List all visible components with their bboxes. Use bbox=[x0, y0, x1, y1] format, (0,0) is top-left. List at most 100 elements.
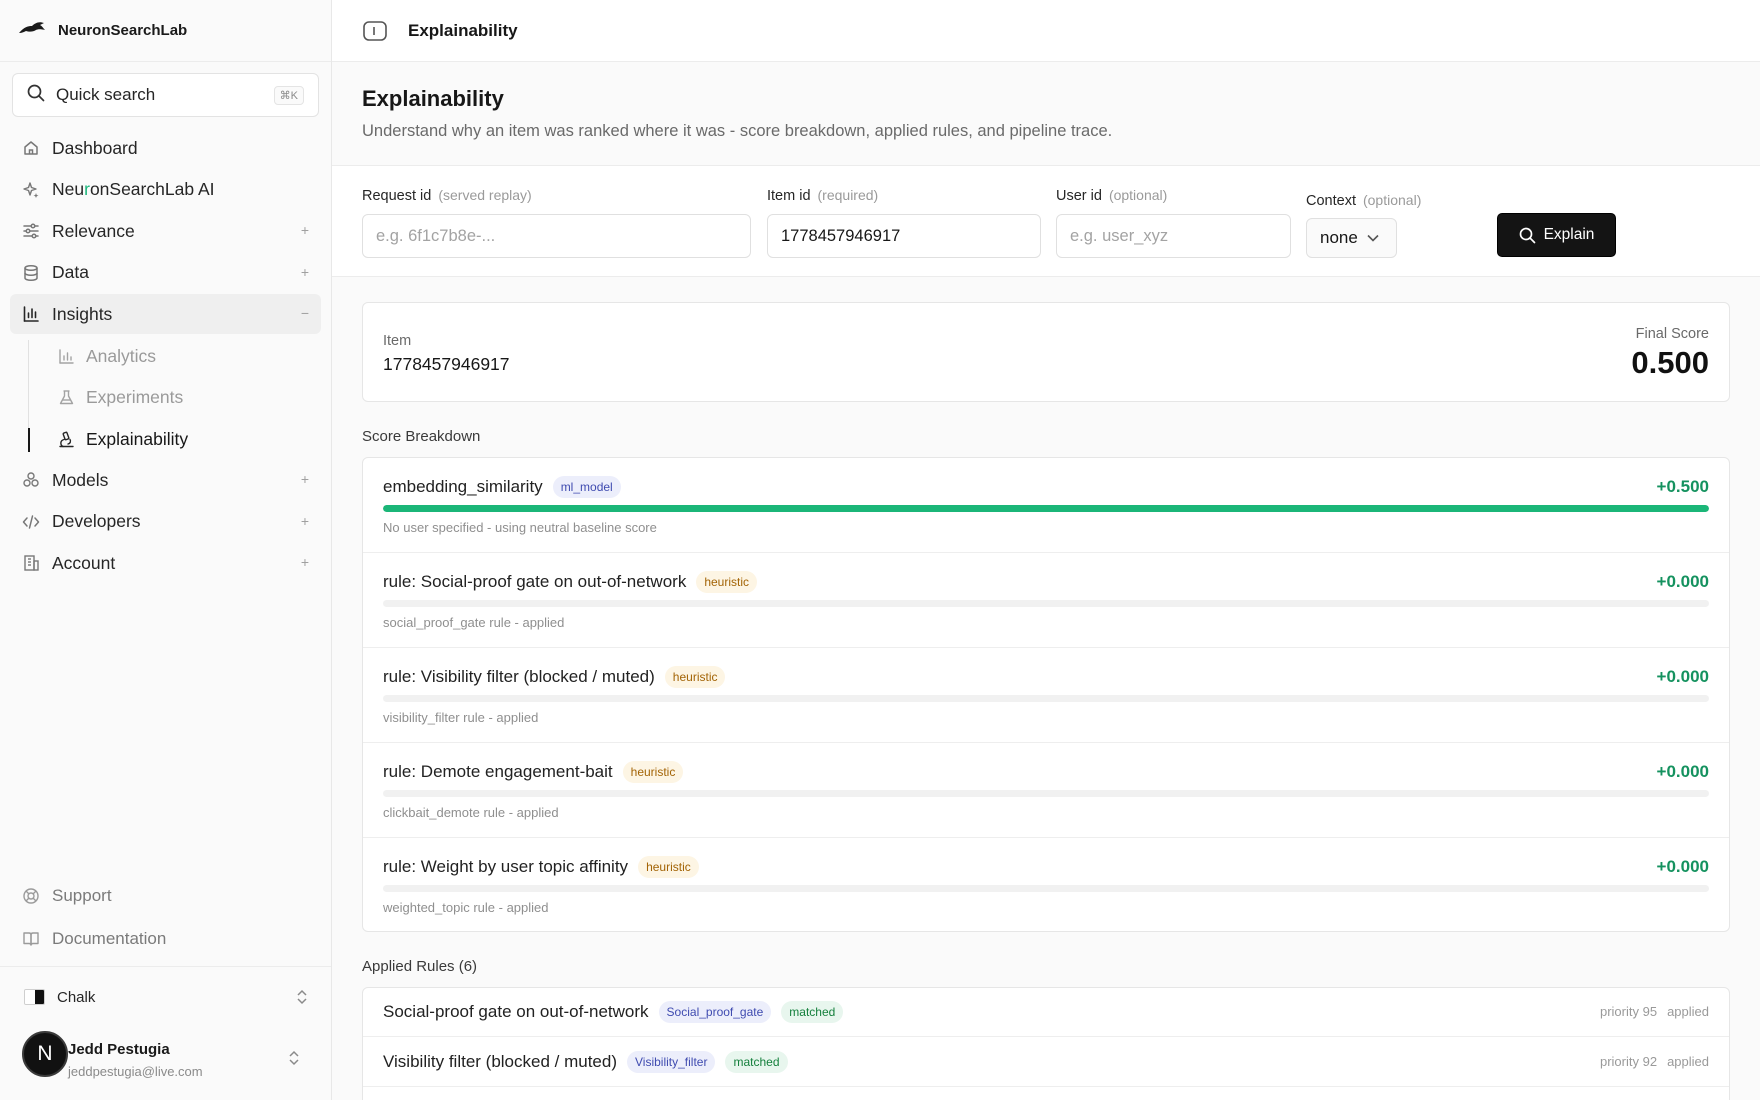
page-header: Explainability Understand why an item wa… bbox=[332, 62, 1760, 166]
expand-icon[interactable]: + bbox=[301, 471, 309, 487]
explain-button-label: Explain bbox=[1543, 226, 1595, 243]
main-nav: Dashboard NeuronSearchLab AI Relevance +… bbox=[10, 128, 321, 585]
source-badge: heuristic bbox=[622, 761, 684, 783]
bottom-nav: Support Documentation bbox=[10, 875, 321, 961]
score-breakdown-title: Score Breakdown bbox=[362, 428, 481, 445]
sidebar-item-developers[interactable]: Developers + bbox=[10, 502, 321, 542]
rule-state: applied bbox=[1667, 1004, 1709, 1019]
sidebar-item-ai[interactable]: NeuronSearchLab AI bbox=[10, 170, 321, 210]
sidebar: NeuronSearchLab Quick search ⌘K Dashboar… bbox=[0, 0, 332, 1100]
breakdown-value: +0.000 bbox=[1656, 857, 1709, 876]
match-status-badge: matched bbox=[725, 1051, 788, 1073]
sidebar-item-models[interactable]: Models + bbox=[10, 460, 321, 500]
lifebuoy-icon bbox=[22, 887, 40, 905]
breakdown-name: rule: Visibility filter (blocked / muted… bbox=[383, 667, 655, 686]
user-menu[interactable]: Jedd Pestugia jeddpestugia@live.com N bbox=[22, 1028, 310, 1080]
expand-icon[interactable]: + bbox=[301, 222, 309, 238]
chevron-up-down-icon bbox=[296, 989, 308, 1005]
sidebar-item-data[interactable]: Data + bbox=[10, 253, 321, 293]
rule-row[interactable]: Visibility filter (blocked / muted) Visib… bbox=[363, 1038, 1729, 1087]
sidebar-item-label: Relevance bbox=[52, 220, 135, 241]
divider bbox=[0, 966, 331, 967]
contribution-bar bbox=[383, 790, 1709, 797]
quick-search[interactable]: Quick search ⌘K bbox=[12, 73, 319, 117]
search-icon bbox=[27, 84, 45, 107]
applied-rules-card: Social-proof gate on out-of-network Socia… bbox=[362, 987, 1730, 1100]
rule-type-badge: Social_proof_gate bbox=[658, 1001, 772, 1023]
breakdown-note: visibility_filter rule - applied bbox=[383, 710, 539, 725]
contribution-bar-fill bbox=[383, 505, 1709, 512]
microscope-icon bbox=[58, 431, 75, 448]
sidebar-item-label: Models bbox=[52, 469, 109, 490]
sidebar-item-relevance[interactable]: Relevance + bbox=[10, 211, 321, 251]
sidebar-subitem-label: Analytics bbox=[86, 345, 157, 366]
breakdown-row: rule: Weight by user topic affinity heuri… bbox=[363, 838, 1729, 933]
final-score-label: Final Score bbox=[1635, 326, 1709, 342]
chart-icon bbox=[58, 348, 75, 365]
rule-row[interactable]: Social-proof gate on out-of-network Socia… bbox=[363, 988, 1729, 1037]
sidebar-item-label: Developers bbox=[52, 511, 141, 531]
bar-chart-icon bbox=[22, 305, 40, 323]
breakdown-note: social_proof_gate rule - applied bbox=[383, 615, 565, 630]
explain-form: Request id(served replay) Item id(requir… bbox=[332, 166, 1760, 277]
insights-submenu: Analytics Experiments Explainability bbox=[28, 336, 321, 461]
sidebar-item-insights[interactable]: Insights − bbox=[10, 294, 321, 334]
contribution-bar bbox=[383, 600, 1709, 607]
sidebar-item-documentation[interactable]: Documentation bbox=[10, 918, 321, 960]
home-icon bbox=[22, 139, 40, 157]
explain-button[interactable]: Explain bbox=[1497, 213, 1616, 257]
sidebar-toggle-icon[interactable] bbox=[362, 20, 388, 42]
brand[interactable]: NeuronSearchLab bbox=[0, 0, 331, 62]
expand-icon[interactable]: + bbox=[301, 554, 309, 570]
neuron-logo-icon bbox=[18, 18, 46, 43]
source-badge: heuristic bbox=[638, 856, 699, 878]
expand-icon[interactable]: + bbox=[301, 513, 309, 529]
rule-priority: priority 92 bbox=[1599, 1054, 1658, 1069]
rule-name: Visibility filter (blocked / muted) bbox=[383, 1052, 617, 1071]
database-icon bbox=[22, 264, 40, 282]
score-breakdown-card: embedding_similarity ml_model +0.500 No u… bbox=[362, 457, 1730, 932]
contribution-bar bbox=[383, 885, 1709, 892]
sidebar-item-dashboard[interactable]: Dashboard bbox=[10, 128, 321, 168]
user-id-input[interactable] bbox=[1056, 214, 1291, 258]
sidebar-item-analytics[interactable]: Analytics bbox=[28, 336, 321, 378]
sidebar-subitem-label: Experiments bbox=[86, 387, 184, 408]
breakdown-value: +0.000 bbox=[1656, 572, 1709, 591]
request-id-input[interactable] bbox=[362, 214, 751, 258]
sidebar-item-support[interactable]: Support bbox=[10, 875, 321, 917]
breakdown-value: +0.000 bbox=[1656, 667, 1709, 686]
theme-switcher[interactable]: Chalk bbox=[24, 986, 308, 1008]
breakdown-note: No user specified - using neutral baseli… bbox=[383, 520, 657, 535]
boxes-icon bbox=[22, 471, 40, 489]
topbar-title: Explainability bbox=[408, 20, 518, 40]
rule-name: Social-proof gate on out-of-network bbox=[383, 1002, 649, 1021]
source-badge: heuristic bbox=[664, 666, 726, 688]
expand-icon[interactable]: + bbox=[301, 264, 309, 280]
contribution-bar bbox=[383, 505, 1709, 512]
theme-swatch-icon bbox=[24, 989, 45, 1005]
sparkle-icon bbox=[22, 181, 40, 199]
topbar: Explainability bbox=[332, 0, 1760, 62]
sidebar-item-label: Support bbox=[52, 885, 112, 905]
chevron-up-down-icon bbox=[288, 1050, 300, 1066]
sidebar-item-explainability[interactable]: Explainability bbox=[28, 419, 321, 461]
contribution-bar bbox=[383, 695, 1709, 702]
collapse-icon[interactable]: − bbox=[301, 305, 309, 321]
avatar[interactable]: N bbox=[22, 1031, 68, 1077]
final-score-value: 0.500 bbox=[1631, 345, 1709, 380]
page-title: Explainability bbox=[362, 86, 504, 111]
brand-name: NeuronSearchLab bbox=[58, 22, 188, 39]
breakdown-name: rule: Demote engagement-bait bbox=[383, 762, 613, 781]
breakdown-note: clickbait_demote rule - applied bbox=[383, 805, 559, 820]
sidebar-item-experiments[interactable]: Experiments bbox=[28, 377, 321, 419]
main-content: Explainability Explainability Understand… bbox=[332, 0, 1760, 1100]
source-badge: heuristic bbox=[696, 571, 758, 593]
item-id-input[interactable] bbox=[767, 214, 1041, 258]
sidebar-item-label: Account bbox=[52, 552, 116, 573]
breakdown-name: embedding_similarity bbox=[383, 477, 543, 496]
rule-priority: priority 95 bbox=[1599, 1004, 1658, 1019]
sidebar-item-account[interactable]: Account + bbox=[10, 543, 321, 583]
item-summary-card: Item 1778457946917 Final Score 0.500 bbox=[362, 302, 1730, 402]
context-select[interactable]: none bbox=[1306, 218, 1397, 258]
flask-icon bbox=[58, 389, 75, 406]
